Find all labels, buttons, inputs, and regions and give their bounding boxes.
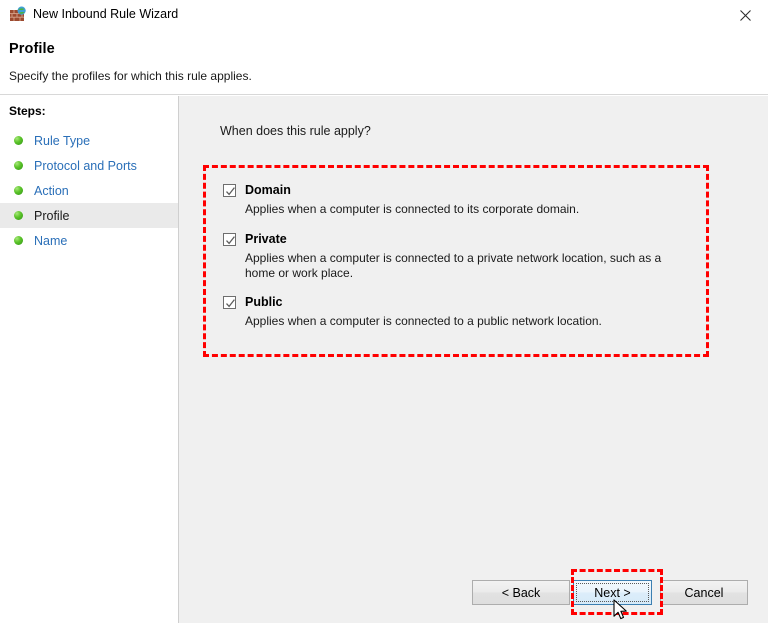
private-label: Private xyxy=(245,232,287,246)
sidebar-item-action[interactable]: Action xyxy=(0,178,178,203)
steps-heading: Steps: xyxy=(9,104,46,118)
next-button-label: Next > xyxy=(594,585,631,600)
domain-checkbox-row[interactable]: Domain xyxy=(223,180,693,200)
steps-list: Rule Type Protocol and Ports Action Prof… xyxy=(0,128,178,253)
step-bullet-icon xyxy=(14,161,23,170)
page-header: Profile Specify the profiles for which t… xyxy=(0,31,768,95)
checkbox-checked-icon[interactable] xyxy=(223,232,236,246)
sidebar-item-profile[interactable]: Profile xyxy=(0,203,178,228)
public-checkbox-row[interactable]: Public xyxy=(223,292,693,312)
public-description: Applies when a computer is connected to … xyxy=(245,314,602,328)
step-bullet-icon xyxy=(14,136,23,145)
step-bullet-icon xyxy=(14,186,23,195)
firewall-icon xyxy=(9,6,27,24)
title-bar: New Inbound Rule Wizard xyxy=(0,0,768,31)
checkbox-checked-icon[interactable] xyxy=(223,295,236,309)
wizard-body: Steps: Rule Type Protocol and Ports Acti… xyxy=(0,96,768,623)
sidebar-item-rule-type[interactable]: Rule Type xyxy=(0,128,178,153)
profile-option-domain: Domain Applies when a computer is connec… xyxy=(223,180,693,217)
sidebar-item-protocol-and-ports[interactable]: Protocol and Ports xyxy=(0,153,178,178)
close-icon[interactable] xyxy=(723,0,768,31)
public-label: Public xyxy=(245,295,283,309)
sidebar-item-label: Name xyxy=(34,233,68,248)
step-bullet-icon xyxy=(14,236,23,245)
cancel-button[interactable]: Cancel xyxy=(660,580,748,605)
sidebar-item-label: Profile xyxy=(34,208,70,223)
step-bullet-icon xyxy=(14,211,23,220)
sidebar-item-label: Rule Type xyxy=(34,133,91,148)
wizard-button-bar: < Back Next > Cancel xyxy=(179,580,768,606)
content-panel: When does this rule apply? Domain Applie… xyxy=(179,96,768,623)
profile-options-group: Domain Applies when a computer is connec… xyxy=(223,180,693,329)
profile-option-public: Public Applies when a computer is connec… xyxy=(223,292,693,329)
private-description: Applies when a computer is connected to … xyxy=(245,251,662,280)
next-button[interactable]: Next > xyxy=(573,580,652,605)
profile-option-private: Private Applies when a computer is conne… xyxy=(223,229,693,281)
private-checkbox-row[interactable]: Private xyxy=(223,229,693,249)
question-text: When does this rule apply? xyxy=(220,124,371,138)
new-inbound-rule-wizard-window: New Inbound Rule Wizard Profile Specify … xyxy=(0,0,768,623)
page-subtitle: Specify the profiles for which this rule… xyxy=(9,69,252,83)
sidebar-item-name[interactable]: Name xyxy=(0,228,178,253)
page-title: Profile xyxy=(9,41,55,57)
domain-label: Domain xyxy=(245,183,291,197)
window-title: New Inbound Rule Wizard xyxy=(33,7,179,21)
sidebar-item-label: Action xyxy=(34,183,69,198)
checkbox-checked-icon[interactable] xyxy=(223,183,236,197)
steps-sidebar: Steps: Rule Type Protocol and Ports Acti… xyxy=(0,96,179,623)
domain-description: Applies when a computer is connected to … xyxy=(245,202,580,216)
back-button[interactable]: < Back xyxy=(472,580,570,605)
sidebar-item-label: Protocol and Ports xyxy=(34,158,137,173)
